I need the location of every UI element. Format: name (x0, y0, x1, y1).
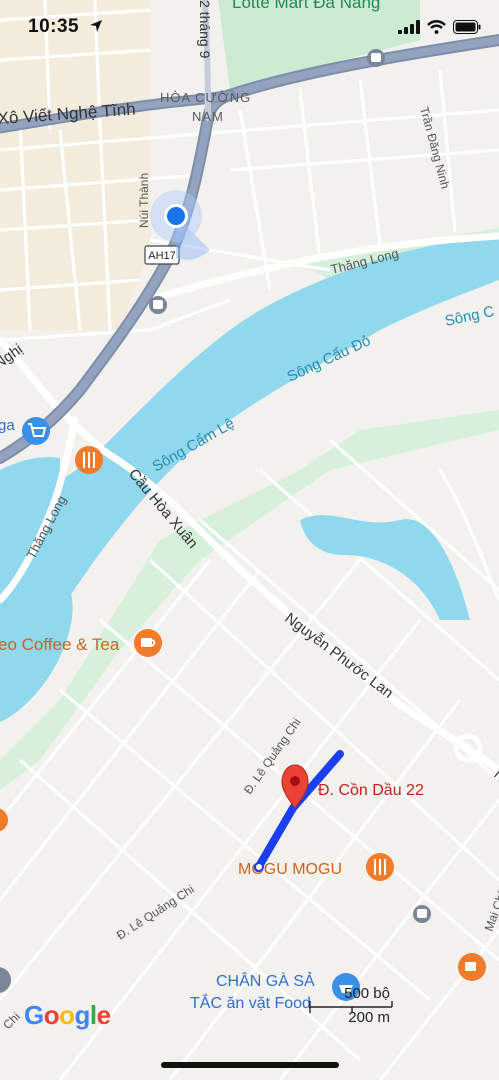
poi-chan-ga-line1[interactable]: CHÂN GÀ SẢ (216, 971, 315, 990)
status-bar: 10:35 (0, 0, 499, 52)
poi-coffee-tea[interactable]: eo Coffee & Tea (0, 635, 120, 654)
cellular-signal-icon (398, 20, 420, 34)
map-canvas[interactable]: Lotte Mart Đà Nẵng HÒA CƯỜNG NAM Xô Viết… (0, 0, 499, 1080)
highway-shield: AH17 (144, 245, 180, 265)
cafe-icon[interactable] (134, 629, 162, 657)
district-label-2: NAM (192, 109, 224, 124)
svg-text:AH17: AH17 (148, 250, 176, 262)
destination-label[interactable]: Đ. Cồn Dầu 22 (318, 782, 424, 799)
poi-mogu-mogu[interactable]: MOGU MOGU (238, 861, 342, 878)
road-nui-thanh: Núi Thành (137, 173, 151, 228)
district-label-1: HÒA CƯỜNG (160, 90, 251, 105)
battery-icon (453, 20, 481, 34)
restaurant-icon[interactable] (366, 853, 394, 881)
poi-chan-ga-line2[interactable]: TẮC ăn vặt Food (190, 993, 311, 1012)
scale-imperial: 500 bộ (344, 985, 390, 1002)
restaurant-icon[interactable] (75, 446, 103, 474)
location-arrow-icon (89, 20, 102, 32)
status-time-text: 10:35 (28, 16, 80, 37)
status-time: 10:35 (28, 16, 103, 38)
scale-metric: 200 m (348, 1009, 390, 1026)
scale-bar: 500 bộ 200 m (308, 983, 396, 1029)
wifi-icon (427, 20, 446, 34)
bus-stop-icon[interactable] (413, 905, 431, 923)
poi-ga-partial[interactable]: ga (0, 417, 15, 434)
cafe-icon[interactable] (458, 953, 486, 981)
home-indicator[interactable] (161, 1062, 339, 1068)
google-logo: Google (24, 1000, 111, 1030)
bus-stop-icon[interactable] (149, 296, 167, 314)
route-start-dot (254, 862, 264, 872)
shopping-cart-icon[interactable] (22, 417, 50, 445)
